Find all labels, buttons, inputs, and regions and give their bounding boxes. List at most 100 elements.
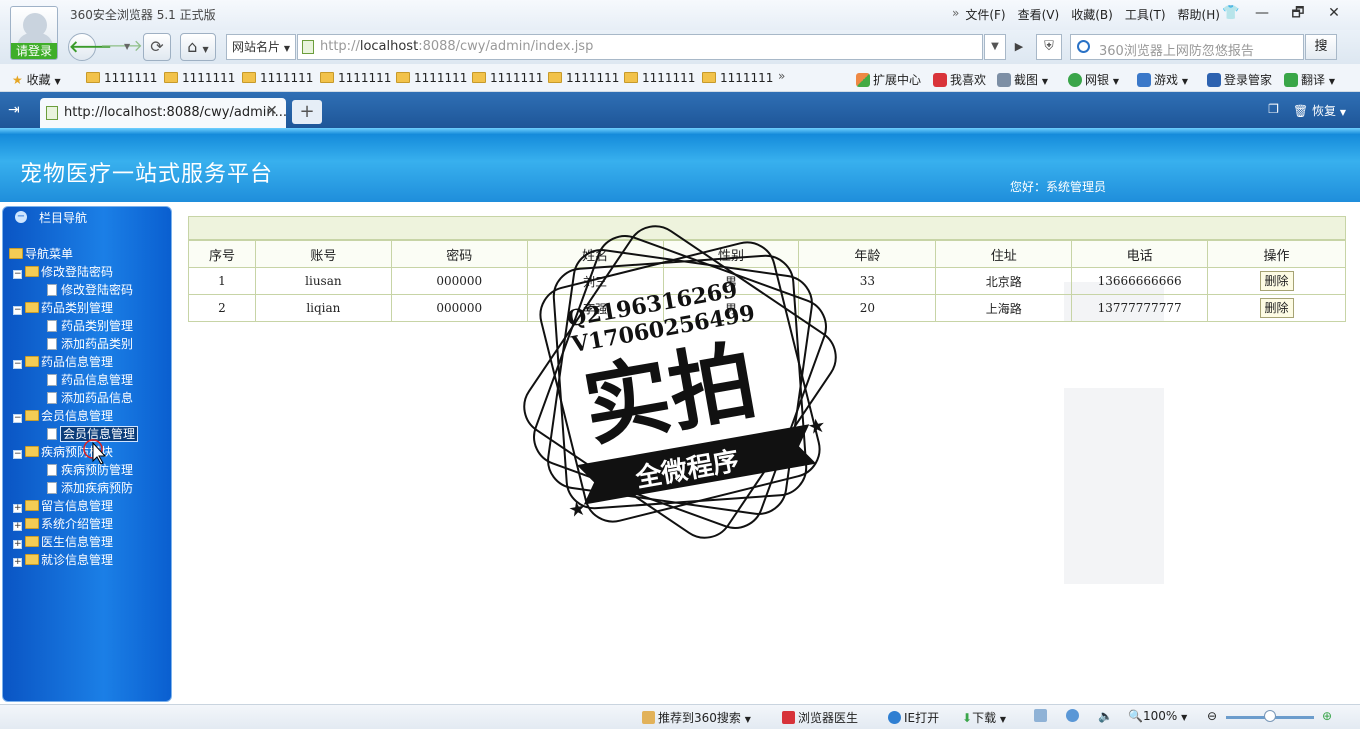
minimize-button[interactable]: — — [1244, 2, 1280, 24]
menu-chevron-icon[interactable]: » — [952, 6, 959, 23]
tree-group-system-intro[interactable]: + 系统介绍管理 — [13, 515, 113, 533]
tree-group-doctor[interactable]: + 医生信息管理 — [13, 533, 113, 551]
download-button[interactable]: ⬇下载 ▼ — [962, 709, 1006, 726]
url-path: :8088/cwy/admin/index.jsp — [418, 39, 594, 54]
refresh-button[interactable]: ⟳ — [143, 33, 171, 61]
menu-favorites[interactable]: 收藏(B) — [1071, 6, 1113, 23]
favorites-more-icon[interactable]: » — [778, 69, 785, 83]
zoom-slider-handle[interactable] — [1264, 710, 1276, 722]
favorite-folder[interactable]: 1111111 — [624, 71, 695, 85]
security-shield-icon[interactable]: ⛨ — [1036, 34, 1062, 60]
tool-screenshot[interactable]: 截图 ▼ — [997, 71, 1048, 88]
folder-icon — [25, 266, 39, 277]
tree-group-drug-info[interactable]: − 药品信息管理 — [13, 353, 113, 371]
tree-item-change-password[interactable]: 修改登陆密码 — [47, 281, 133, 299]
favorite-folder[interactable]: 1111111 — [86, 71, 157, 85]
tree-root[interactable]: 导航菜单 — [9, 245, 73, 263]
trash-icon: 🗑 — [1292, 104, 1309, 118]
tool-extensions[interactable]: 扩展中心 — [856, 71, 921, 88]
tool-screenshot-label: 截图 — [1014, 73, 1039, 87]
page-icon — [47, 374, 57, 386]
search-input[interactable]: 360浏览器上网防忽悠报告 — [1099, 40, 1254, 59]
address-dropdown-icon[interactable]: ▼ — [984, 34, 1006, 60]
scissors-icon — [997, 73, 1011, 87]
menu-help[interactable]: 帮助(H) — [1178, 6, 1220, 23]
favorite-folder[interactable]: 1111111 — [242, 71, 313, 85]
zoom-button[interactable]: 🔍100% ▼ — [1128, 709, 1187, 723]
minus-icon: − — [13, 449, 22, 459]
forward-dropdown-icon[interactable]: ▼ — [124, 42, 130, 51]
zoom-icon: 🔍 — [1128, 709, 1143, 723]
restore-tabs-button[interactable]: 🗑 恢复 ▼ — [1293, 102, 1346, 119]
tree-group-message[interactable]: + 留言信息管理 — [13, 497, 113, 515]
tree-item-drug-category-manage[interactable]: 药品类别管理 — [47, 317, 133, 335]
tree-item-label: 疾病预防管理 — [61, 463, 134, 477]
tab-close-icon[interactable]: ✕ — [266, 103, 278, 119]
favorite-folder[interactable]: 1111111 — [548, 71, 619, 85]
cell-name: 李强 — [526, 294, 664, 322]
go-icon[interactable]: ▶ — [1008, 34, 1030, 60]
volume-icon[interactable]: 🔈 — [1098, 709, 1113, 723]
tree-item-drug-info-manage[interactable]: 药品信息管理 — [47, 371, 133, 389]
menu-tools[interactable]: 工具(T) — [1125, 6, 1166, 23]
sidebar-toggle-icon[interactable]: ⇥ — [8, 102, 20, 118]
favorites-dropdown-icon: ▼ — [54, 77, 61, 86]
tool-ebank[interactable]: 网银 ▼ — [1068, 71, 1119, 88]
tool-games[interactable]: 游戏 ▼ — [1137, 71, 1188, 88]
tree-item-add-drug-info[interactable]: 添加药品信息 — [47, 389, 133, 407]
favorite-folder[interactable]: 1111111 — [702, 71, 773, 85]
favorite-folder[interactable]: 1111111 — [164, 71, 235, 85]
tree-group-label: 药品类别管理 — [41, 301, 114, 315]
window-list-icon[interactable] — [1034, 709, 1050, 723]
address-url[interactable]: http://localhost:8088/cwy/admin/index.js… — [320, 39, 593, 54]
tab-overview-icon[interactable]: ❐ — [1268, 102, 1279, 119]
tool-translate[interactable]: 翻译 ▼ — [1284, 71, 1335, 88]
tool-like[interactable]: 我喜欢 — [933, 71, 986, 88]
delete-button[interactable]: 删除 — [1259, 271, 1294, 291]
tree-group-label: 系统介绍管理 — [41, 517, 114, 531]
collapse-icon[interactable]: − — [15, 211, 27, 223]
favorite-folder[interactable]: 1111111 — [320, 71, 391, 85]
tree-group-label: 修改登陆密码 — [41, 265, 114, 279]
zoom-out-icon[interactable]: ⊖ — [1207, 709, 1217, 723]
zoom-in-icon[interactable]: ⊕ — [1322, 709, 1332, 723]
user-greeting: 您好：系统管理员 — [1010, 180, 1107, 194]
tree-group-visit[interactable]: + 就诊信息管理 — [13, 551, 113, 569]
tree-item-add-drug-category[interactable]: 添加药品类别 — [47, 335, 133, 353]
site-card-button[interactable]: 网站名片 ▼ — [226, 34, 296, 60]
menu-view[interactable]: 查看(V) — [1018, 6, 1060, 23]
restore-button[interactable]: 🗗 — [1280, 2, 1316, 24]
delete-button[interactable]: 删除 — [1259, 298, 1294, 318]
download-icon: ⬇ — [962, 711, 973, 725]
home-button[interactable]: ⌂ ▼ — [180, 33, 216, 61]
security-status-icon[interactable] — [1066, 709, 1082, 723]
page-icon — [47, 284, 57, 296]
address-bar[interactable]: http://localhost:8088/cwy/admin/index.js… — [297, 34, 983, 60]
close-button[interactable]: ✕ — [1316, 2, 1352, 24]
favorites-menu[interactable]: ★ 收藏 ▼ — [12, 71, 61, 88]
tool-login-manager[interactable]: 登录管家 — [1207, 71, 1272, 88]
back-button[interactable]: 🡐 — [68, 33, 112, 61]
table-row: 1 liusan 000000 刘三 男 33 北京路 13666666666 … — [188, 267, 1346, 295]
tree-group-drug-category[interactable]: − 药品类别管理 — [13, 299, 113, 317]
new-tab-button[interactable]: + — [292, 100, 322, 124]
browser-doctor-button[interactable]: 浏览器医生 — [782, 709, 858, 726]
col-header-name: 姓名 — [526, 240, 664, 268]
tree-group-member[interactable]: − 会员信息管理 — [13, 407, 113, 425]
ie-open-button[interactable]: IE打开 — [888, 709, 939, 726]
search-box[interactable]: 360浏览器上网防忽悠报告 — [1070, 34, 1304, 60]
favorite-folder[interactable]: 1111111 — [472, 71, 543, 85]
menu-file[interactable]: 文件(F) — [965, 6, 1005, 23]
tree-group-password[interactable]: − 修改登陆密码 — [13, 263, 113, 281]
plus-icon: + — [13, 557, 22, 567]
recommend-360-button[interactable]: 推荐到360搜索 ▼ — [642, 709, 751, 726]
tab-active[interactable]: http://localhost:8088/cwy/admin... ✕ — [40, 98, 287, 128]
skin-shirt-icon[interactable]: 👕 — [1222, 5, 1239, 21]
user-avatar[interactable]: 请登录 — [10, 6, 58, 60]
login-button[interactable]: 请登录 — [11, 43, 57, 59]
favorite-folder[interactable]: 1111111 — [396, 71, 467, 85]
tree-item-add-disease[interactable]: 添加疾病预防 — [47, 479, 133, 497]
search-button[interactable]: 搜 — [1305, 34, 1337, 60]
menu-bar: » 文件(F) 查看(V) 收藏(B) 工具(T) 帮助(H) — [952, 6, 1220, 23]
folder-icon — [9, 248, 23, 259]
